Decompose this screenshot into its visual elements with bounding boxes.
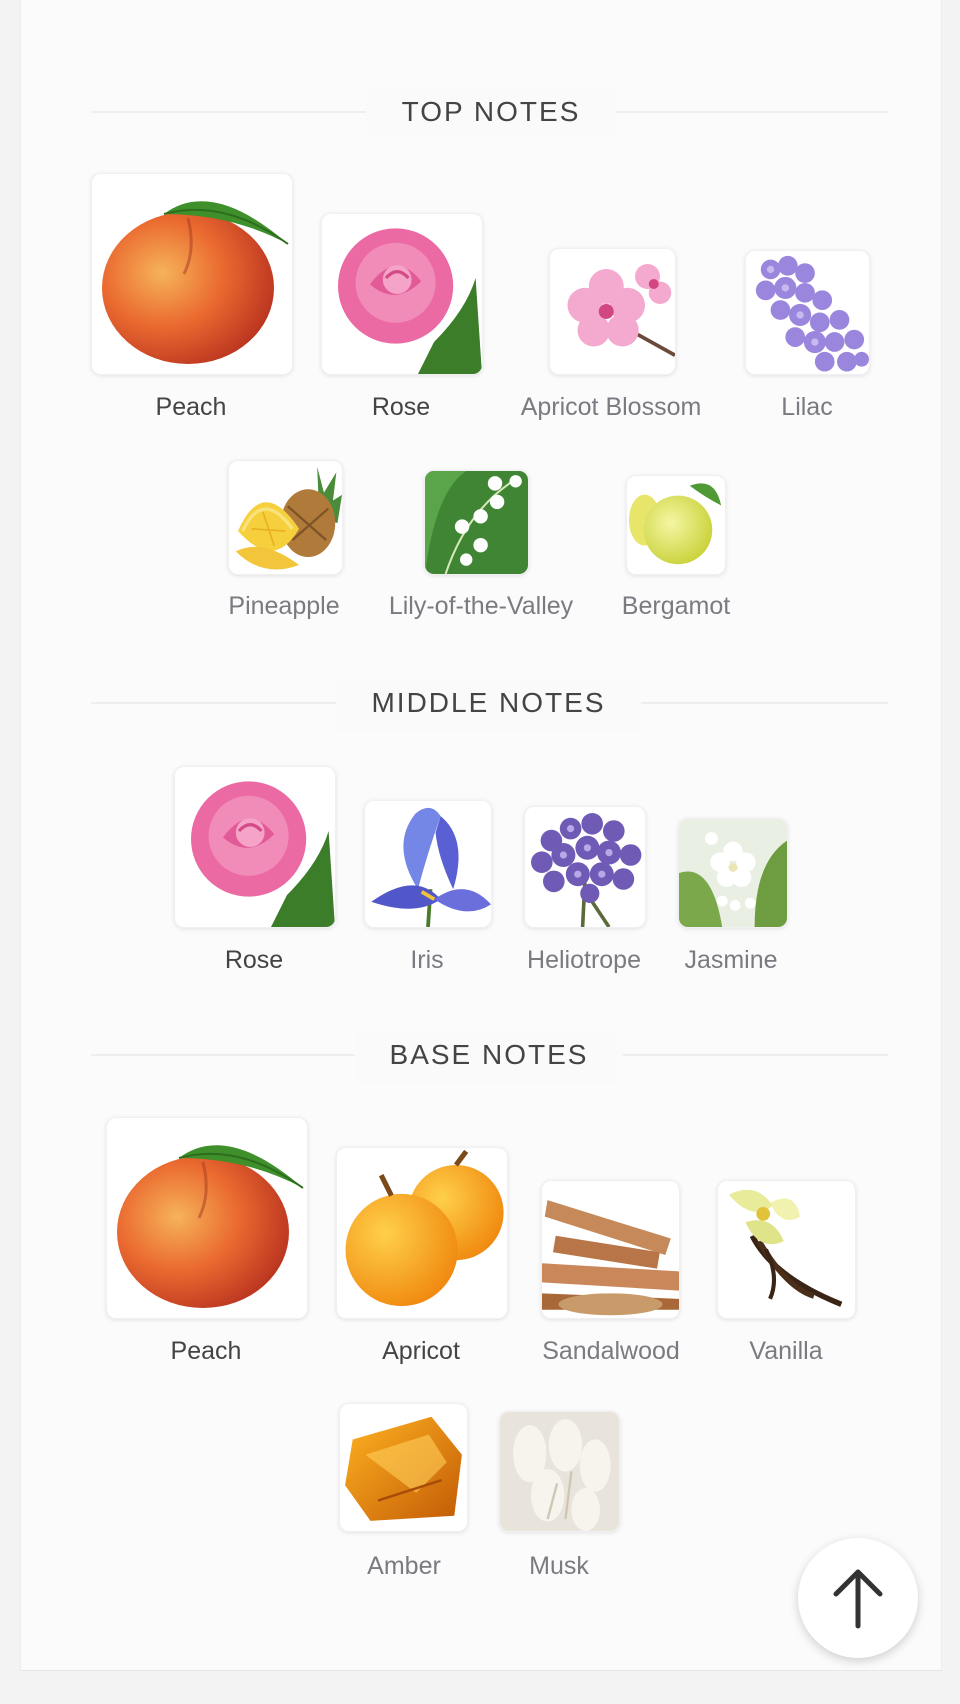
base-notes-header: BASE NOTES [21,1025,941,1085]
peach-icon [102,201,289,364]
jasmine-icon [679,819,787,927]
note-tile-amber[interactable] [339,1403,468,1532]
note-tile-peach[interactable] [106,1117,308,1319]
note-label: Peach [155,393,227,421]
note-tile-vanilla[interactable] [717,1180,856,1319]
amber-icon [345,1416,462,1521]
lilac-icon [755,255,869,372]
musk-icon [500,1412,619,1531]
note-label: Rose [224,946,284,974]
scroll-to-top-button[interactable] [798,1538,918,1658]
divider-line [91,1054,371,1056]
vanilla-icon [728,1189,843,1307]
note-tile-heliotrope[interactable] [524,806,646,928]
peach-icon [117,1145,304,1308]
note-label: Rose [371,393,431,421]
note-label: Lilac [781,393,833,421]
section-title-top-notes: TOP NOTES [366,82,616,142]
sandalwood-icon [542,1200,679,1316]
iris-icon [371,807,491,927]
divider-line [626,702,888,704]
note-label: Vanilla [749,1337,823,1365]
note-tile-rose[interactable] [321,213,483,375]
heliotrope-icon [531,813,642,927]
note-tile-pineapple[interactable] [228,460,343,575]
note-tile-iris[interactable] [364,800,492,928]
pineapple-icon [235,466,342,570]
note-tile-apricot-blossom[interactable] [549,248,676,375]
note-label: Apricot Blossom [520,393,702,421]
note-label: Iris [410,946,444,974]
note-tile-rose[interactable] [174,766,336,928]
apricot-blossom-icon [567,264,675,357]
note-tile-musk[interactable] [499,1411,620,1532]
divider-line [598,111,888,113]
note-label: Lily-of-the-Valley [388,592,574,620]
divider-line [606,1054,888,1056]
notes-card: TOP NOTES Peach Rose Apricot Blossom Lil… [20,0,942,1671]
rose-icon [191,781,335,927]
section-title-middle-notes: MIDDLE NOTES [336,673,641,733]
note-label: Amber [367,1552,441,1580]
note-tile-lilac[interactable] [745,250,870,375]
divider-line [91,702,353,704]
lily-of-the-valley-icon [425,471,528,574]
note-label: Peach [170,1337,242,1365]
rose-icon [338,228,482,374]
note-label: Sandalwood [542,1337,680,1365]
note-label: Apricot [382,1337,460,1365]
note-label: Bergamot [621,592,731,620]
note-tile-bergamot[interactable] [626,475,726,575]
bergamot-icon [628,483,722,565]
section-title-base-notes: BASE NOTES [355,1025,623,1085]
divider-line [91,111,386,113]
note-tile-lily-of-the-valley[interactable] [424,470,529,575]
note-label: Musk [529,1552,589,1580]
note-label: Pineapple [228,592,340,620]
arrow-up-icon [833,1569,883,1629]
note-label: Jasmine [684,946,778,974]
note-tile-apricot[interactable] [336,1147,508,1319]
note-tile-jasmine[interactable] [678,818,788,928]
note-label: Heliotrope [527,946,641,974]
top-notes-header: TOP NOTES [21,82,941,142]
middle-notes-header: MIDDLE NOTES [21,673,941,733]
note-tile-sandalwood[interactable] [541,1180,680,1319]
apricot-icon [345,1149,504,1307]
note-tile-peach[interactable] [91,173,293,375]
